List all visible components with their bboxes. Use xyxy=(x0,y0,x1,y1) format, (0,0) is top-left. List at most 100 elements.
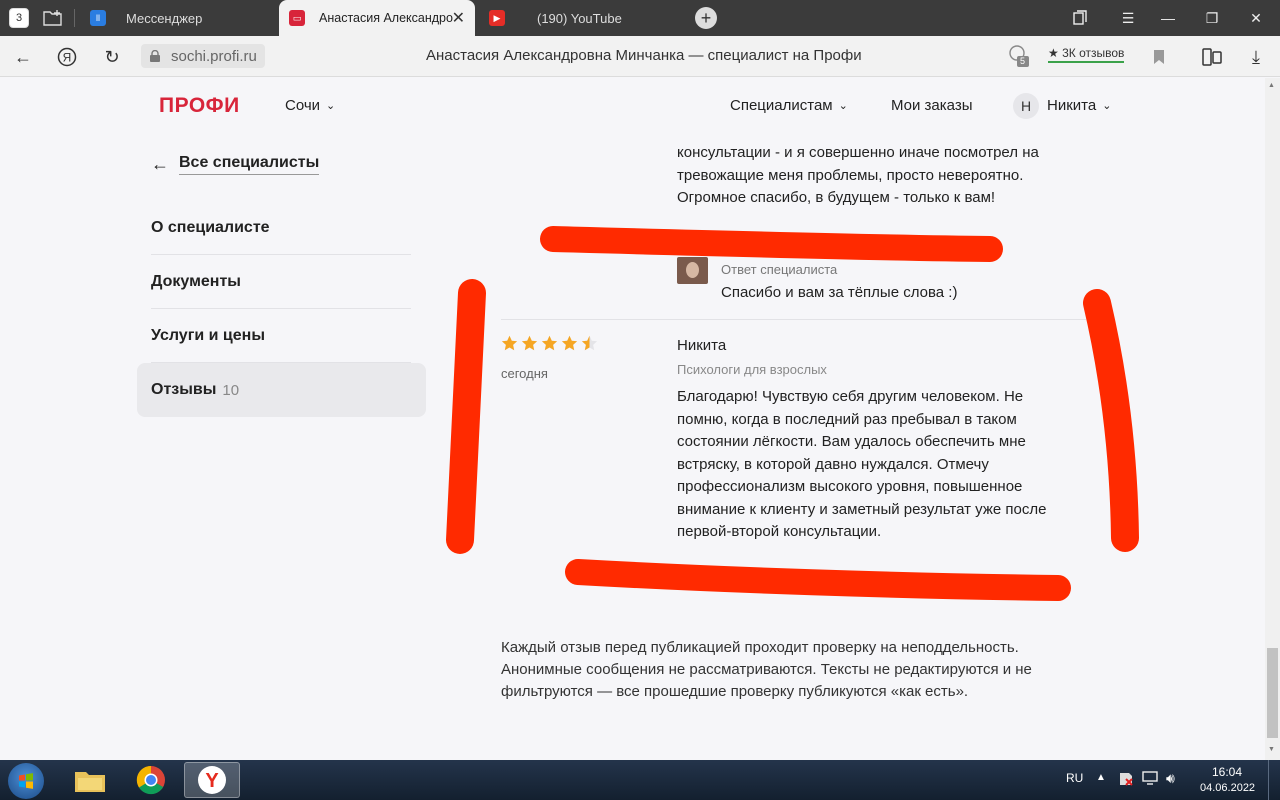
tab-messenger[interactable]: ll Мессенджер xyxy=(80,0,275,36)
yandex-browser-icon[interactable]: Y xyxy=(184,762,240,798)
lock-icon xyxy=(150,50,160,62)
tab-title: Мессенджер xyxy=(126,10,203,26)
text-line: Анонимные сообщения не рассматриваются. … xyxy=(501,661,1032,678)
windows-logo-icon xyxy=(19,773,33,789)
annotation-stroke-top xyxy=(540,226,1003,262)
extension-icon[interactable]: 5 xyxy=(1008,44,1030,68)
start-button[interactable] xyxy=(8,763,44,799)
reload-icon[interactable]: ↻ xyxy=(99,44,125,70)
text-line: консультации - и я совершенно иначе посм… xyxy=(677,144,1039,161)
star-icon xyxy=(521,335,538,351)
bookmark-icon[interactable] xyxy=(1146,44,1172,70)
reviews-count: 10 xyxy=(222,381,240,399)
tab-title: Анастасия Александрo xyxy=(319,11,453,25)
site-header: ПРОФИ Сочи ⌄ Специалистам ⌄ Мои заказы Н Н… xyxy=(0,78,1265,134)
tab-profi[interactable]: ▭ Анастасия Александрo ✕ xyxy=(279,0,475,36)
tab-youtube[interactable]: ▶ (190) YouTube xyxy=(479,0,679,36)
address-bar: ← Я ↻ sochi.profi.ru Анастасия Александр… xyxy=(0,36,1280,77)
reply-label: Ответ специалиста xyxy=(721,262,838,277)
back-arrow-icon[interactable]: ← xyxy=(10,44,36,70)
sidebar-item-label: Документы xyxy=(151,272,241,290)
text-line: тревожащие меня проблемы, просто невероя… xyxy=(677,166,1024,184)
city-label: Сочи xyxy=(285,97,321,114)
show-desktop-button[interactable] xyxy=(1268,760,1280,800)
new-tab-button[interactable]: + xyxy=(695,7,717,29)
text-line: состоянии лёгкости. Вам удалось обеспечи… xyxy=(677,433,1026,450)
tabs-count-icon[interactable]: 3 xyxy=(9,8,29,28)
my-orders-link[interactable]: Мои заказы xyxy=(891,97,973,114)
star-icon xyxy=(581,335,598,351)
avatar[interactable]: Н xyxy=(1013,93,1039,119)
youtube-icon: ▶ xyxy=(489,10,505,26)
chevron-down-icon: ⌄ xyxy=(326,100,336,112)
menu-icon[interactable]: ☰ xyxy=(1108,0,1148,36)
minimize-icon[interactable]: — xyxy=(1148,0,1188,36)
url-field[interactable]: sochi.profi.ru xyxy=(141,44,265,68)
chevron-down-icon: ⌄ xyxy=(1102,100,1112,112)
sidebar-item-about[interactable]: О специалисте xyxy=(151,201,411,255)
profi-favicon-icon: ▭ xyxy=(289,10,305,26)
tray-expand-icon[interactable]: ▲ xyxy=(1096,772,1106,783)
page-scrollbar[interactable]: ▲ ▼ xyxy=(1265,78,1280,760)
specialists-menu[interactable]: Специалистам ⌄ xyxy=(730,97,848,114)
language-indicator[interactable]: RU xyxy=(1066,771,1083,785)
review-author: Никита xyxy=(677,337,727,354)
arrow-left-icon: ← xyxy=(151,154,169,174)
star-icon xyxy=(541,335,558,351)
yandex-icon[interactable]: Я xyxy=(54,44,80,70)
browser-tab-bar: 3 ll Мессенджер ▭ Анастасия Александрo ✕… xyxy=(0,0,1280,36)
tabs-count: 3 xyxy=(15,12,23,24)
text-line: внимание к клиенту и заметный результат … xyxy=(677,500,1047,518)
clock-date[interactable]: 04.06.2022 xyxy=(1200,782,1255,794)
rating-stars xyxy=(501,335,598,352)
extension-badge: 5 xyxy=(1020,56,1026,66)
profi-logo[interactable]: ПРОФИ xyxy=(159,94,240,118)
tab-title: (190) YouTube xyxy=(537,10,622,26)
sidebar-item-documents[interactable]: Документы xyxy=(151,255,411,309)
sidebar-item-label: О специалисте xyxy=(151,218,270,236)
specialists-label: Специалистам xyxy=(730,97,833,114)
restore-icon[interactable]: ❐ xyxy=(1192,0,1232,36)
close-tab-icon[interactable]: ✕ xyxy=(452,8,465,28)
text-line: первой-второй консультации. xyxy=(677,523,882,540)
clock-time[interactable]: 16:04 xyxy=(1212,765,1242,779)
chrome-icon[interactable] xyxy=(123,762,179,798)
sidebar-item-services[interactable]: Услуги и цены xyxy=(151,309,411,363)
messenger-icon: ll xyxy=(90,10,106,26)
collections-icon[interactable] xyxy=(1199,44,1225,70)
chevron-down-icon: ⌄ xyxy=(838,100,848,112)
sidebar-item-label: Отзывы xyxy=(151,381,217,398)
annotation-stroke-bottom xyxy=(565,559,1071,601)
network-icon[interactable] xyxy=(1142,771,1158,788)
file-explorer-icon[interactable] xyxy=(62,762,118,798)
new-folder-icon[interactable] xyxy=(40,5,66,31)
text-line: профессионализм высокого уровня, повышен… xyxy=(677,478,1023,495)
windows-taskbar: Y RU ▲ 🔊︎ 16:04 04.06.2022 xyxy=(0,760,1280,800)
volume-icon[interactable]: 🔊︎ xyxy=(1166,770,1175,787)
review-divider xyxy=(501,319,1086,320)
download-icon[interactable]: ⤓ xyxy=(1243,44,1269,70)
text-line: Благодарю! Чувствую себя другим человеко… xyxy=(677,388,1024,405)
star-icon xyxy=(561,335,578,351)
sidebar-item-reviews[interactable]: Отзывы 10 xyxy=(137,363,426,417)
previous-review-text: консультации - и я совершенно иначе посм… xyxy=(677,142,1097,210)
user-menu[interactable]: Никита ⌄ xyxy=(1047,97,1111,114)
sidebar-item-label: Услуги и цены xyxy=(151,326,265,344)
reviews-chip[interactable]: ★ 3К отзывов xyxy=(1048,46,1125,63)
annotation-stroke-left xyxy=(446,279,486,554)
text-line: Каждый отзыв перед публикацией проходит … xyxy=(501,639,1019,656)
specialist-avatar xyxy=(677,257,708,284)
close-window-icon[interactable]: ✕ xyxy=(1236,0,1276,36)
action-center-icon[interactable] xyxy=(1118,771,1134,790)
scroll-thumb[interactable] xyxy=(1267,648,1278,738)
review-date: сегодня xyxy=(501,366,548,381)
back-to-specialists-link[interactable]: ← Все специалисты xyxy=(151,154,320,175)
scroll-up-icon[interactable]: ▲ xyxy=(1268,82,1275,89)
url-text: sochi.profi.ru xyxy=(171,47,257,65)
city-selector[interactable]: Сочи ⌄ xyxy=(285,97,335,114)
svg-text:Y: Y xyxy=(205,770,219,792)
text-line: встряску, в которой давно нуждался. Отме… xyxy=(677,455,989,473)
page-title: Анастасия Александровна Минчанка — специ… xyxy=(426,47,862,64)
scroll-down-icon[interactable]: ▼ xyxy=(1268,746,1275,753)
tab-manager-icon[interactable] xyxy=(1060,0,1100,36)
